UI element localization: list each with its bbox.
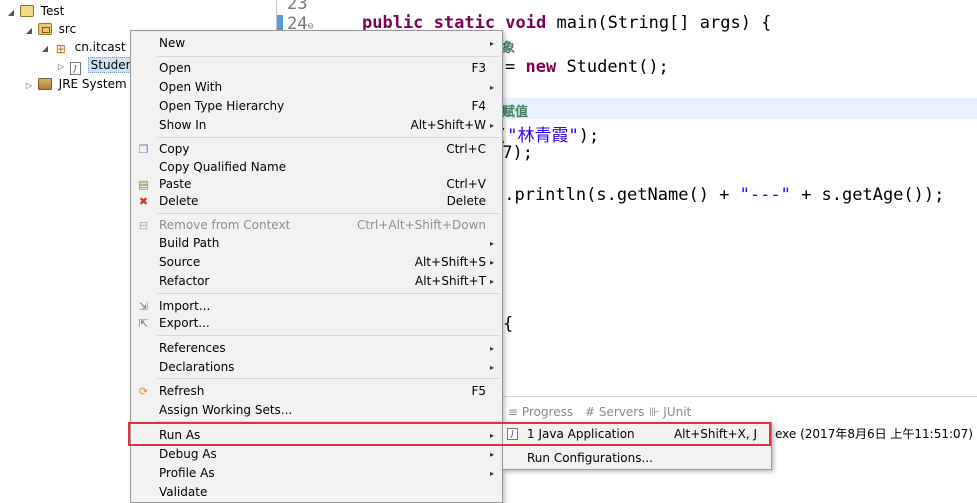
submenu-arrow-icon: ▸ [489,277,494,286]
console-status-text: exe (2017年8月6日 上午11:51:07) [775,427,973,441]
tree-item-test[interactable]: ◢ Test [6,2,64,20]
submenu-arrow-icon: ▸ [489,239,494,248]
menu-item-show-in[interactable]: Show In Alt+Shift+W ▸ [131,116,502,135]
delete-icon: ✖ [138,195,149,208]
tree-item-src[interactable]: ◢ src [24,20,76,38]
tree-item-jre[interactable]: ▷ JRE System Li [24,75,141,93]
submenu-arrow-icon: ▸ [489,121,494,130]
tree-item-label: cn.itcast [74,40,126,54]
line-number: 23 [287,0,308,14]
submenu-arrow-icon: ▸ [489,39,494,48]
run-as-submenu: J 1 Java Application Alt+Shift+X, J Run … [502,422,772,470]
tab-junit[interactable]: ⊪ JUnit [649,405,691,419]
menu-separator [157,56,500,57]
tree-item-label: src [58,22,77,36]
menu-item-run-configurations[interactable]: Run Configurations... [503,448,771,469]
submenu-arrow-icon: ▸ [489,344,494,353]
import-icon: ⇲ [138,300,149,313]
submenu-arrow-icon: ▸ [489,431,494,440]
menu-separator [157,137,500,138]
menu-item-delete[interactable]: ✖ Delete Delete [131,192,502,211]
submenu-arrow-icon: ▸ [489,450,494,459]
java-file-icon: J [69,62,81,75]
menu-item-open-type-hierarchy[interactable]: Open Type Hierarchy F4 [131,97,502,116]
package-icon: ⊞ [55,42,66,56]
menu-item-source[interactable]: Source Alt+Shift+S ▸ [131,253,502,272]
library-icon [37,78,52,90]
menu-item-declarations[interactable]: Declarations ▸ [131,358,502,377]
context-menu: New ▸ Open F3 Open With ▸ Open Type Hierarc… [130,30,503,503]
tab-progress[interactable]: ≡ Progress [508,405,573,419]
collapsed-twisty-icon[interactable]: ▷ [56,58,66,76]
code-line: { [503,314,514,334]
java-application-icon: J [507,428,518,440]
junit-icon: ⊪ [649,405,660,419]
menu-separator [157,378,500,379]
progress-icon: ≡ [508,405,519,419]
menu-item-refresh[interactable]: ⟳ Refresh F5 [131,382,502,401]
menu-item-open-with[interactable]: Open With ▸ [131,78,502,97]
collapsed-twisty-icon[interactable]: ▷ [24,77,34,95]
code-line: t.println(s.getName() + "---" + s.getAge… [494,185,945,205]
menu-separator [157,421,500,422]
menu-item-copy[interactable]: ❐ Copy Ctrl+C [131,140,502,159]
menu-item-run-as[interactable]: Run As ▸ [131,426,502,445]
code-line: = new Student(); [505,57,669,77]
menu-separator [157,335,500,336]
refresh-icon: ⟳ [138,385,149,398]
menu-item-remove-from-context: ⊟ Remove from Context Ctrl+Alt+Shift+Down [138,218,486,232]
menu-separator [157,213,500,214]
menu-item-references[interactable]: References ▸ [131,339,502,358]
submenu-arrow-icon: ▸ [489,469,494,478]
expanded-twisty-icon[interactable]: ◢ [6,4,16,22]
copy-icon: ❐ [138,143,149,156]
menu-item-validate[interactable]: Validate [131,483,502,502]
project-folder-icon [19,5,34,17]
menu-item-build-path[interactable]: Build Path ▸ [131,234,502,253]
menu-item-new[interactable]: New ▸ [131,34,502,53]
submenu-arrow-icon: ▸ [489,363,494,372]
servers-icon: # [585,405,596,419]
source-folder-icon [37,23,52,35]
menu-item-assign-working-sets[interactable]: Assign Working Sets... [131,401,502,420]
submenu-arrow-icon: ▸ [489,258,494,267]
menu-item-open[interactable]: Open F3 [131,59,502,78]
expanded-twisty-icon[interactable]: ◢ [40,40,50,58]
tree-item-package[interactable]: ◢ ⊞ cn.itcast [40,38,126,56]
menu-item-java-application[interactable]: J 1 Java Application Alt+Shift+X, J [503,424,771,445]
paste-icon: ▤ [138,178,149,191]
tree-item-label: Test [40,4,65,18]
tree-item-student[interactable]: ▷ J Student [56,56,141,76]
menu-item-debug-as[interactable]: Debug As ▸ [131,445,502,464]
tab-servers[interactable]: # Servers [585,405,645,419]
remove-context-icon: ⊟ [138,219,149,232]
menu-item-export[interactable]: ⇱ Export... [131,314,502,333]
menu-item-profile-as[interactable]: Profile As ▸ [131,464,502,483]
expanded-twisty-icon[interactable]: ◢ [24,22,34,40]
submenu-arrow-icon: ▸ [489,83,494,92]
menu-item-refactor[interactable]: Refactor Alt+Shift+T ▸ [131,272,502,291]
tree-item-label: JRE System Li [58,77,141,91]
menu-separator [157,293,500,294]
export-icon: ⇱ [138,317,149,330]
